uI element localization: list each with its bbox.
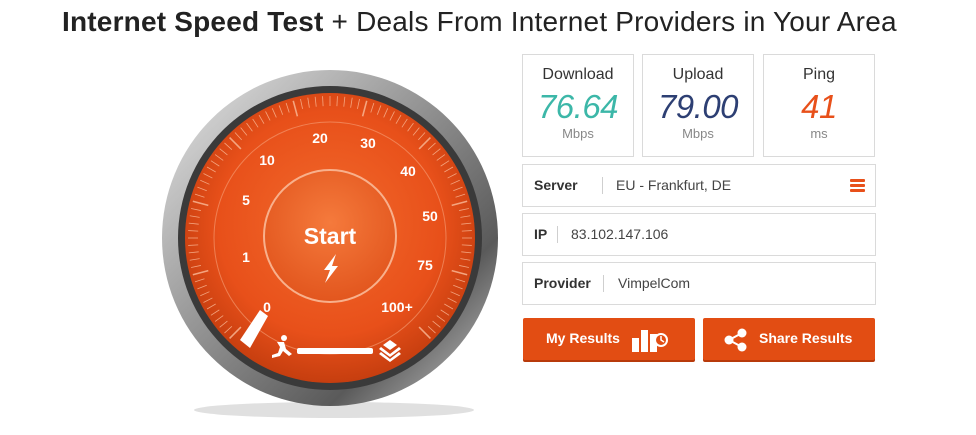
- gauge-tick: [461, 244, 472, 246]
- gauge-scale-label: 100+: [381, 299, 413, 315]
- ping-unit: ms: [810, 126, 828, 141]
- share-results-label: Share Results: [759, 330, 853, 346]
- provider-row: Provider VimpelCom: [522, 262, 876, 305]
- upload-value: 79.00: [657, 88, 739, 125]
- ping-value: 41: [801, 88, 837, 125]
- start-label[interactable]: Start: [304, 223, 357, 249]
- ping-stat: Ping 41 ms: [763, 54, 875, 157]
- download-label: Download: [542, 66, 614, 83]
- share-icon: [724, 328, 747, 352]
- upload-label: Upload: [672, 66, 724, 83]
- gauge-tick: [322, 96, 324, 107]
- provider-label: Provider: [534, 275, 591, 291]
- download-value: 76.64: [537, 88, 619, 125]
- provider-divider: [603, 275, 604, 292]
- ip-divider: [557, 226, 558, 243]
- download-stat: Download 76.64 Mbps: [522, 54, 634, 157]
- my-results-label: My Results: [546, 330, 620, 346]
- menu-icon[interactable]: [850, 179, 865, 192]
- gauge-scale-label: 40: [400, 163, 416, 179]
- gauge-scale-label: 20: [312, 130, 328, 146]
- gauge-scale-label: 75: [417, 257, 433, 273]
- gauge-scale-label: 30: [360, 135, 376, 151]
- download-unit: Mbps: [562, 126, 594, 141]
- title-rest: + Deals From Internet Providers in Your …: [323, 6, 897, 37]
- progress-bar: [297, 348, 373, 354]
- gauge-tick: [188, 230, 199, 232]
- results-chart-icon: [632, 330, 668, 352]
- ip-row: IP 83.102.147.106: [522, 213, 876, 256]
- server-label: Server: [534, 177, 578, 193]
- gauge-scale-label: 1: [242, 249, 250, 265]
- gauge-tick: [461, 230, 472, 232]
- ip-value: 83.102.147.106: [571, 226, 669, 242]
- server-divider: [602, 177, 603, 194]
- my-results-button[interactable]: My Results: [523, 318, 695, 360]
- gauge-scale-label: 0: [263, 299, 271, 315]
- gauge-tick: [188, 244, 199, 246]
- server-value: EU - Frankfurt, DE: [616, 177, 732, 193]
- share-results-button[interactable]: Share Results: [703, 318, 875, 360]
- gauge-scale-label: 50: [422, 208, 438, 224]
- provider-value: VimpelCom: [618, 275, 691, 291]
- gauge-scale-label: 5: [242, 192, 250, 208]
- gauge-tick: [336, 96, 338, 107]
- server-row[interactable]: Server EU - Frankfurt, DE: [522, 164, 876, 207]
- speed-gauge[interactable]: 0 1 5 10 20 30 40 50 75 100+ Start: [160, 58, 508, 420]
- ping-label: Ping: [802, 66, 836, 83]
- gauge-scale-label: 10: [259, 152, 275, 168]
- ip-label: IP: [534, 226, 548, 242]
- upload-stat: Upload 79.00 Mbps: [642, 54, 754, 157]
- title-bold: Internet Speed Test: [62, 6, 324, 37]
- upload-unit: Mbps: [682, 126, 714, 141]
- page-title: Internet Speed Test + Deals From Interne…: [62, 6, 897, 38]
